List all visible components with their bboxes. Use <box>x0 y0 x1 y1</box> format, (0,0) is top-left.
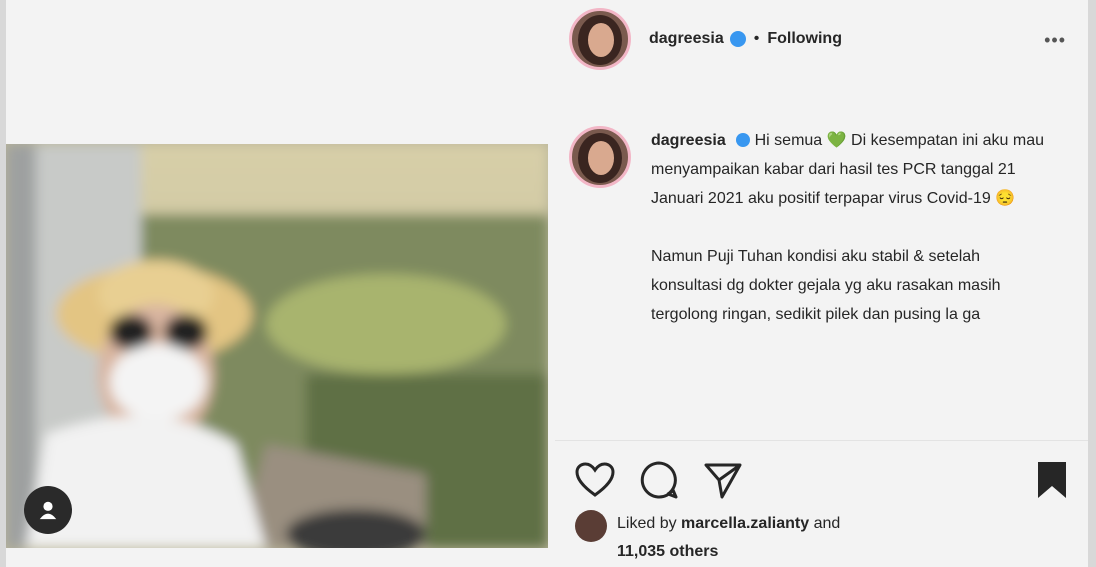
more-options-icon[interactable]: ••• <box>1044 30 1066 51</box>
right-border <box>1088 0 1096 567</box>
heart-outline-icon <box>575 462 615 497</box>
liker-username[interactable]: marcella.zalianty <box>681 515 809 532</box>
share-button[interactable] <box>699 456 747 504</box>
avatar[interactable] <box>569 8 631 70</box>
caption-paragraph-2: Namun Puji Tuhan kondisi aku stabil & se… <box>651 248 1001 323</box>
caption-avatar[interactable] <box>569 126 631 188</box>
caption-username[interactable]: dagreesia <box>651 132 726 149</box>
post-dialog: dagreesia • Following ••• dagreesia Hi s… <box>0 0 1096 567</box>
likes-prefix: Liked by <box>617 515 677 532</box>
divider <box>555 440 1088 441</box>
likes-and: and <box>813 515 841 532</box>
bookmark-filled-icon <box>1038 462 1066 498</box>
tag-button[interactable] <box>24 486 72 534</box>
post-photo[interactable] <box>6 144 548 548</box>
caption-greeting: Hi semua <box>754 132 823 149</box>
post-sidebar: dagreesia • Following ••• dagreesia Hi s… <box>555 0 1088 567</box>
paper-plane-icon <box>704 463 742 499</box>
header-username[interactable]: dagreesia <box>649 30 724 48</box>
likes-others-link[interactable]: 11,035 others <box>617 543 718 560</box>
likes-text: Liked by marcella.zalianty and 11,035 ot… <box>617 510 840 566</box>
following-button[interactable]: Following <box>767 30 842 48</box>
green-heart-emoji: 💚 <box>826 132 847 149</box>
caption-row: dagreesia Hi semua 💚 Di kesempatan ini a… <box>555 126 1088 358</box>
caption: dagreesia Hi semua 💚 Di kesempatan ini a… <box>651 126 1051 358</box>
post-header: dagreesia • Following ••• <box>555 0 1088 78</box>
verified-badge-icon <box>736 133 751 147</box>
comment-bubble-icon <box>640 461 678 499</box>
save-button[interactable] <box>1028 456 1076 504</box>
like-button[interactable] <box>571 456 619 504</box>
verified-badge-icon <box>729 31 746 47</box>
separator-dot: • <box>753 30 760 47</box>
action-bar <box>571 456 1076 504</box>
person-tag-icon <box>39 501 57 520</box>
comment-button[interactable] <box>635 456 683 504</box>
likes-row: Liked by marcella.zalianty and 11,035 ot… <box>575 510 1055 566</box>
liker-avatar[interactable] <box>575 510 607 542</box>
